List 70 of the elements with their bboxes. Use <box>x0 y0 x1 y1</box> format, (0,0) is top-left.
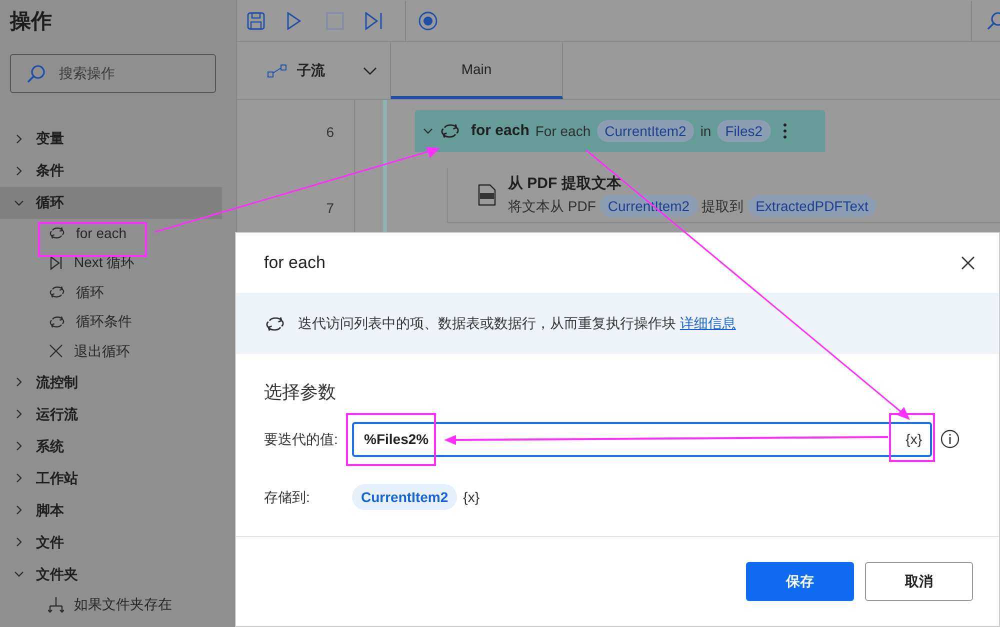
step-icon[interactable] <box>365 12 383 30</box>
search-field[interactable]: 搜索操作 <box>10 54 216 92</box>
cross-icon <box>48 343 64 360</box>
input-field[interactable]: %Files2% {x} <box>352 422 932 456</box>
record-icon[interactable] <box>418 10 438 30</box>
field-label: 要迭代的值: <box>264 430 339 448</box>
chevron-right-icon <box>14 537 24 547</box>
chevron-right-icon <box>14 409 24 419</box>
category-item[interactable]: 系统 <box>0 430 222 462</box>
chevron-down-icon <box>14 569 24 579</box>
category-item[interactable]: 变量 <box>0 122 222 154</box>
category-item[interactable]: 循环 <box>0 186 222 218</box>
category-item[interactable]: 运行流 <box>0 398 222 430</box>
branch-icon <box>48 596 64 614</box>
flow-tab[interactable]: Main <box>391 42 563 99</box>
variable-tag: Files2 <box>717 120 771 142</box>
skip-next-icon <box>48 254 64 271</box>
chevron-down-icon <box>14 198 24 208</box>
chevron-right-icon <box>14 505 24 515</box>
variable-tag[interactable]: CurrentItem2 <box>352 484 458 510</box>
line-number: 6 <box>326 123 334 142</box>
category-item[interactable]: 文件夹 <box>0 558 222 590</box>
highlight-frame <box>889 413 935 462</box>
chevron-right-icon <box>14 441 24 451</box>
variable-tag: ExtractedPDFText <box>748 195 876 218</box>
variable-tag: CurrentItem2 <box>596 120 694 142</box>
chevron-down-icon <box>363 66 377 74</box>
step-text: For each <box>535 122 591 140</box>
search-icon <box>26 64 46 84</box>
description: 迭代访问列表中的项、数据表或数据行，从而重复执行操作块 详细信息 <box>298 314 736 333</box>
category-item[interactable]: 文件 <box>0 526 222 558</box>
loop-step[interactable]: for each For each CurrentItem2 in Files2 <box>415 110 825 152</box>
more-icon[interactable] <box>782 123 787 139</box>
step-text: in <box>700 122 712 140</box>
action-item[interactable]: 如果文件夹存在 <box>0 590 236 620</box>
line-number: 7 <box>326 199 334 218</box>
subflow-icon <box>267 64 287 78</box>
save-icon[interactable] <box>247 12 265 30</box>
step-title: 从 PDF 提取文本 <box>508 174 622 194</box>
info-icon[interactable] <box>940 429 960 449</box>
search-icon[interactable] <box>986 10 1000 30</box>
field-label: 存储到: <box>264 488 311 506</box>
variable-picker[interactable]: {x} <box>906 428 922 450</box>
panel-title: 操作 <box>8 9 53 35</box>
close-icon[interactable] <box>961 256 975 270</box>
section-title: 选择参数 <box>263 381 337 404</box>
subflows-dropdown[interactable]: 子流 <box>237 42 391 99</box>
chevron-right-icon <box>14 166 24 176</box>
action-item[interactable]: 退出循环 <box>0 336 236 366</box>
variable-picker[interactable]: {x} <box>463 486 480 508</box>
step-text: 将文本从 PDF <box>508 196 596 216</box>
save-button[interactable]: 保存 <box>746 562 854 601</box>
chevron-down-icon <box>423 126 433 136</box>
details-link[interactable]: 详细信息 <box>680 315 736 331</box>
play-icon[interactable] <box>287 12 301 30</box>
dialog-title: for each <box>264 252 326 274</box>
category-item[interactable]: 工作站 <box>0 462 222 494</box>
pdf-file-icon <box>478 184 496 206</box>
category-item[interactable]: 脚本 <box>0 494 222 526</box>
cancel-button[interactable]: 取消 <box>865 562 973 601</box>
chevron-right-icon <box>14 473 24 483</box>
step-title: for each <box>471 120 530 141</box>
action-item[interactable]: 循环 <box>0 278 236 307</box>
chevron-right-icon <box>14 377 24 387</box>
action-item[interactable]: for each <box>0 218 236 248</box>
action-item[interactable]: 循环条件 <box>0 307 236 336</box>
category-item[interactable]: 条件 <box>0 154 222 186</box>
category-item[interactable]: 流控制 <box>0 366 222 398</box>
step-text: 提取到 <box>702 196 744 216</box>
chevron-right-icon <box>14 134 24 144</box>
